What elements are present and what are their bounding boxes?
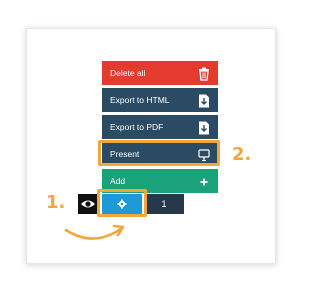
screenshot-stage: Delete all Export to HTML Export to PDF … [0,0,300,289]
eye-button[interactable] [78,194,98,214]
trash-icon [198,66,210,81]
delete-all-label: Delete all [110,68,146,78]
file-export-icon [198,120,210,135]
export-html-label: Export to HTML [110,95,170,105]
step-1-label: 1. [46,192,66,213]
step-2-label: 2. [232,144,252,165]
delete-all-button[interactable]: Delete all [102,61,218,85]
export-html-button[interactable]: Export to HTML [102,88,218,112]
export-pdf-label: Export to PDF [110,122,164,132]
present-highlight-frame [98,140,220,166]
curved-arrow-icon [64,224,125,240]
plus-icon [198,174,210,188]
export-pdf-button[interactable]: Export to PDF [102,115,218,139]
actions-menu: Delete all Export to HTML Export to PDF … [102,61,218,196]
page-number: 1 [144,194,184,214]
eye-icon [81,200,95,208]
file-export-icon [198,93,210,108]
